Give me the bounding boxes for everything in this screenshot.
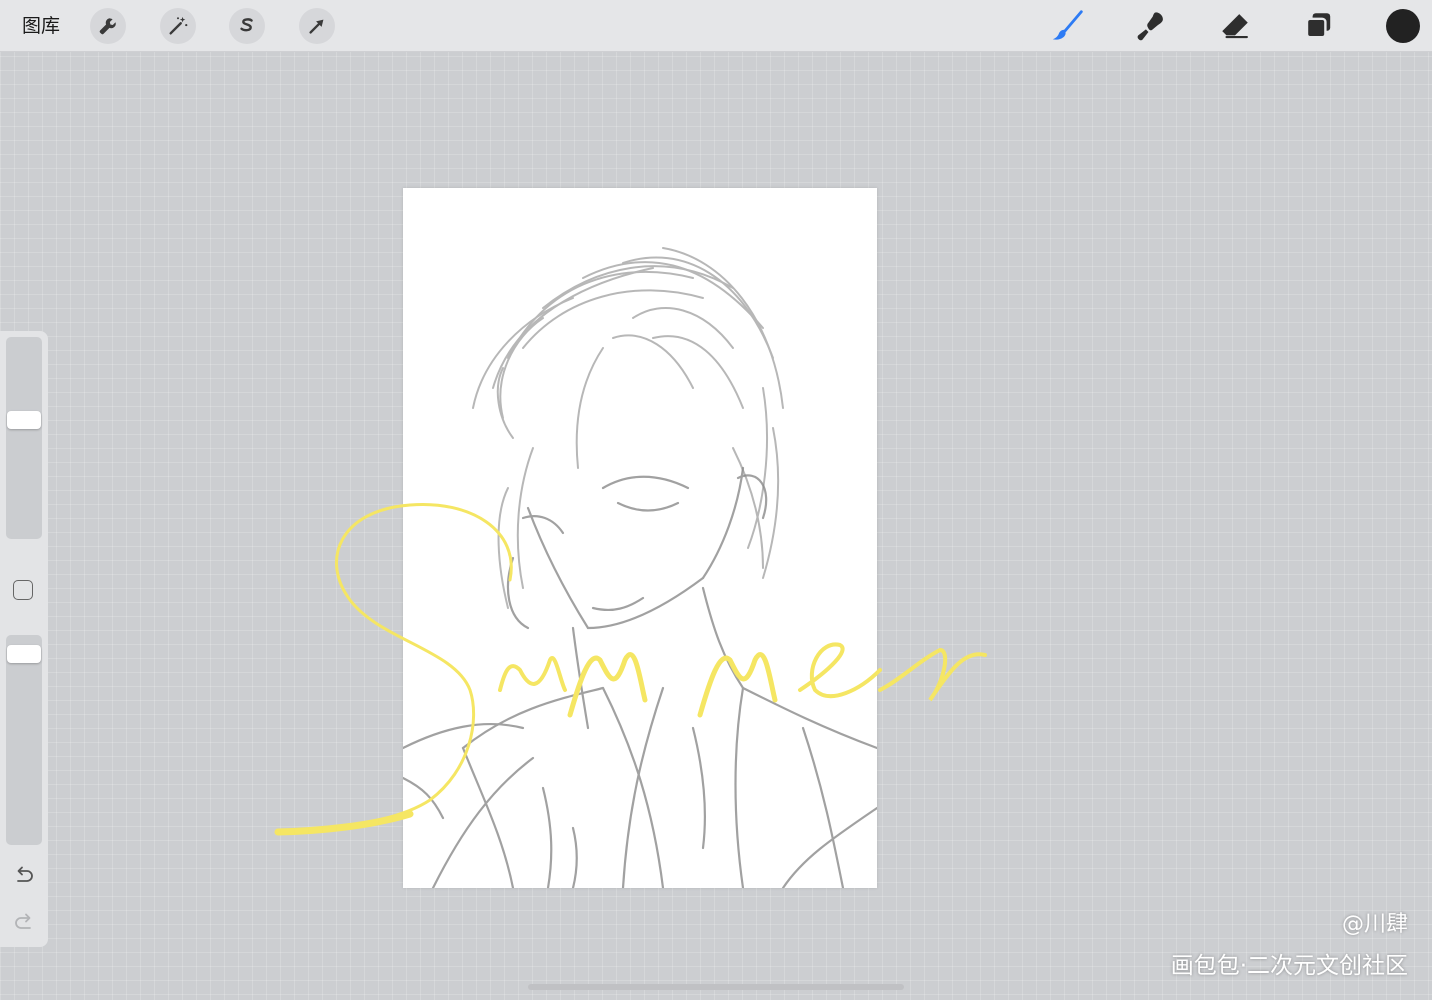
layers-icon [1305, 13, 1331, 39]
home-indicator[interactable] [528, 984, 904, 990]
watermark-author: @川肆 [1341, 912, 1408, 937]
eraser-icon [1222, 14, 1248, 39]
wrench-icon [99, 18, 116, 35]
redo-button[interactable] [10, 909, 38, 937]
modify-button[interactable] [13, 580, 33, 600]
actions-button[interactable] [90, 8, 126, 44]
undo-icon [17, 866, 33, 882]
opacity-handle[interactable] [7, 645, 41, 663]
smudge-icon [1137, 12, 1163, 41]
selection-button[interactable] [229, 8, 265, 44]
sketch-artwork [401, 247, 879, 890]
watermark-site: 画包包·二次元文创社区 [1170, 953, 1408, 979]
layers-button[interactable] [1299, 6, 1339, 46]
selection-s-icon [240, 18, 253, 32]
brush-size-handle[interactable] [7, 411, 41, 429]
transform-button[interactable] [299, 8, 335, 44]
opacity-slider[interactable] [6, 635, 42, 845]
undo-button[interactable] [10, 862, 38, 890]
artwork-canvas[interactable] [401, 188, 879, 890]
redo-icon [15, 913, 31, 929]
gallery-button[interactable]: 图库 [22, 13, 60, 39]
brush-size-slider[interactable] [6, 337, 42, 539]
magic-wand-icon [169, 16, 188, 35]
top-toolbar: 图库 [0, 0, 1432, 52]
color-picker-button[interactable] [1386, 9, 1420, 43]
brush-icon [1052, 10, 1083, 40]
smudge-tool-button[interactable] [1131, 6, 1171, 46]
eraser-tool-button[interactable] [1215, 6, 1255, 46]
brush-tool-button[interactable] [1048, 6, 1088, 46]
left-sidebar [0, 331, 48, 947]
adjustments-button[interactable] [160, 8, 196, 44]
transform-arrow-icon [309, 19, 324, 34]
